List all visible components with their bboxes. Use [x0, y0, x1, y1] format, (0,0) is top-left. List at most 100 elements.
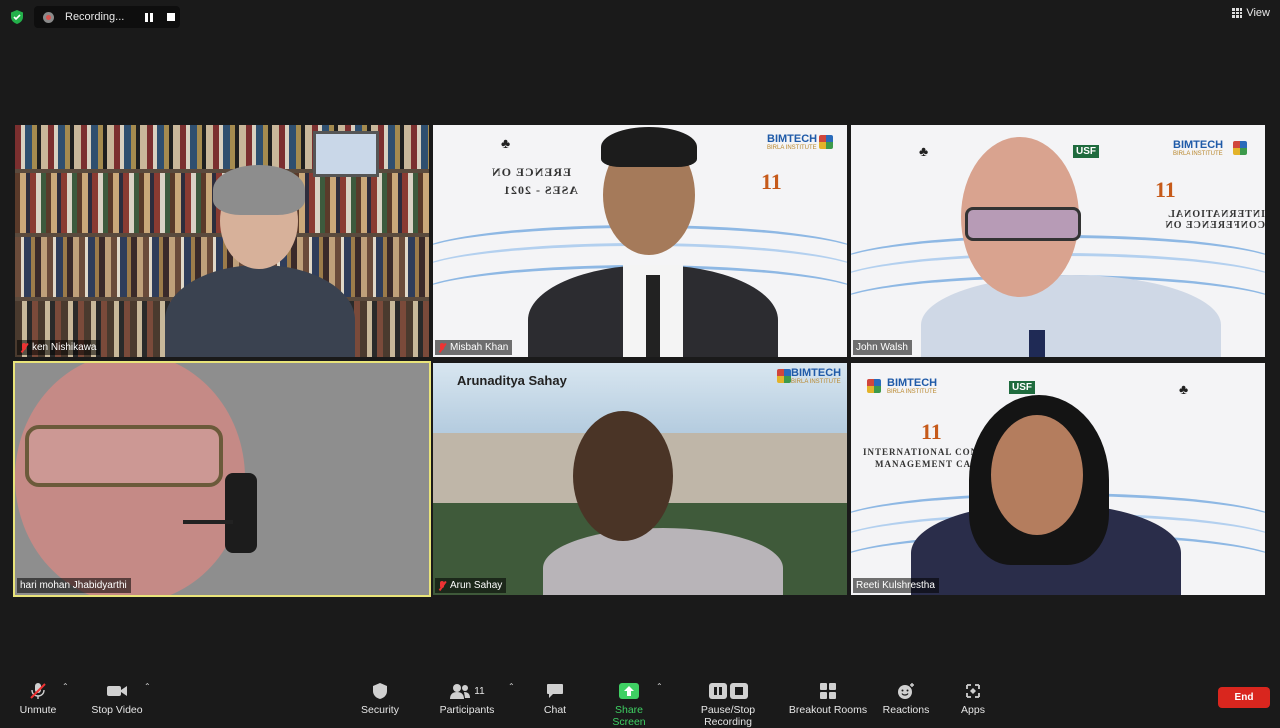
- bimtech-emblem-icon: [1233, 141, 1247, 155]
- stop-recording-icon[interactable]: [167, 13, 175, 21]
- security-button[interactable]: Security: [358, 682, 402, 716]
- chat-label: Chat: [543, 704, 567, 716]
- reactions-label: Reactions: [882, 704, 930, 716]
- participant-name-tag: Misbah Khan: [435, 340, 513, 355]
- recording-status: Recording...: [65, 11, 125, 23]
- participant-name: John Walsh: [856, 342, 908, 353]
- reactions-smiley-icon: [898, 683, 914, 699]
- mic-muted-icon: [20, 342, 29, 353]
- recording-dot-icon: [43, 11, 54, 23]
- eleventh-text: 11: [761, 169, 782, 194]
- pause-recording-icon[interactable]: [144, 13, 154, 22]
- video-tile-reeti-kulshrestha[interactable]: BIMTECH BIRLA INSTITUTE USF ♣ 11 INTERNAT…: [851, 363, 1265, 595]
- bimtech-emblem-icon: [819, 135, 833, 149]
- video-tile-misbah-khan[interactable]: ♣ ERENCE ON ASES - 2021 11 BIMTECH BIRLA …: [433, 125, 847, 357]
- apps-button[interactable]: Apps: [956, 682, 990, 716]
- video-tile-ken-nishikawa[interactable]: ken Nishikawa: [15, 125, 429, 357]
- glasses: [25, 425, 223, 487]
- view-label: View: [1246, 7, 1270, 19]
- video-camera-icon: [107, 686, 127, 696]
- person-hair: [601, 127, 697, 167]
- share-screen-label: Share Screen: [612, 704, 646, 728]
- security-label: Security: [361, 704, 399, 716]
- grid-view-icon: [1232, 8, 1243, 18]
- participant-name: Arun Sahay: [450, 580, 503, 591]
- participants-label: Participants: [439, 704, 495, 716]
- glasses: [965, 207, 1081, 241]
- participant-name: ken Nishikawa: [32, 342, 97, 353]
- stop-video-label: Stop Video: [91, 704, 143, 716]
- end-meeting-button[interactable]: End: [1218, 687, 1270, 708]
- mirrored-conference-title: ASES - 2021: [503, 183, 579, 197]
- participant-name: Misbah Khan: [450, 342, 509, 353]
- eleventh-text: 11: [1155, 177, 1176, 202]
- participants-button[interactable]: 11 Participants: [438, 682, 496, 716]
- tie: [1029, 330, 1045, 357]
- meeting-toolbar: Unmute ⌃ Stop Video ⌃ Security 11 Partic…: [0, 676, 1280, 728]
- participants-count: 11: [474, 685, 485, 697]
- apps-icon: [966, 684, 980, 698]
- pause-stop-recording-label: Pause/Stop Recording: [700, 704, 756, 728]
- university-logo-icon: ♣: [1179, 381, 1189, 397]
- encryption-shield-icon[interactable]: [9, 9, 25, 25]
- university-logo-icon: ♣: [501, 135, 511, 151]
- participants-options-chevron-icon[interactable]: ⌃: [508, 682, 515, 691]
- mic-muted-icon: [438, 580, 447, 591]
- bimtech-logo: BIMTECH BIRLA INSTITUTE: [791, 367, 842, 385]
- eleventh-text: 11: [921, 419, 942, 444]
- chat-button[interactable]: Chat: [538, 682, 572, 716]
- view-button[interactable]: View: [1232, 7, 1270, 19]
- unmute-button[interactable]: Unmute: [18, 682, 58, 716]
- usf-logo: USF: [1009, 381, 1035, 394]
- participant-name-tag: ken Nishikawa: [17, 340, 101, 355]
- person-head: [573, 411, 673, 541]
- recording-indicator: Recording...: [34, 6, 180, 28]
- chat-bubble-icon: [547, 684, 563, 698]
- conference-title: INTERNATIONAL CON: [863, 447, 979, 457]
- pause-icon: [708, 683, 727, 699]
- bimtech-logo: BIMTECH BIRLA INSTITUTE: [767, 133, 818, 151]
- share-screen-arrow-icon: [619, 683, 639, 699]
- mirrored-conference-title: ERENCE ON: [491, 165, 572, 179]
- stop-icon: [729, 683, 748, 699]
- participant-name: hari mohan Jhabidyarthi: [20, 580, 127, 591]
- person-hair: [213, 165, 305, 215]
- participant-name: Reeti Kulshrestha: [856, 580, 935, 591]
- reactions-button[interactable]: Reactions: [880, 682, 932, 716]
- framed-picture: [313, 131, 379, 177]
- share-options-chevron-icon[interactable]: ⌃: [656, 682, 663, 691]
- video-tile-hari-mohan-jhabidyarthi[interactable]: hari mohan Jhabidyarthi: [13, 361, 431, 597]
- unmute-label: Unmute: [19, 704, 57, 716]
- bimtech-emblem-icon: [777, 369, 791, 383]
- participant-name-tag: John Walsh: [853, 340, 912, 355]
- breakout-rooms-button[interactable]: Breakout Rooms: [788, 682, 868, 716]
- bimtech-logo: BIMTECH BIRLA INSTITUTE: [887, 377, 938, 395]
- bimtech-emblem-icon: [867, 379, 881, 393]
- apps-label: Apps: [961, 704, 985, 716]
- person-head: [991, 415, 1083, 535]
- video-tile-john-walsh[interactable]: ♣ USF BIMTECH BIRLA INSTITUTE 11 INTERNAT…: [851, 125, 1265, 357]
- audio-options-chevron-icon[interactable]: ⌃: [62, 682, 69, 691]
- share-screen-button[interactable]: Share Screen: [598, 682, 660, 728]
- speaker-banner: Arunaditya Sahay: [457, 373, 567, 388]
- breakout-rooms-label: Breakout Rooms: [788, 704, 868, 716]
- mirrored-conference-title: INTERNATIONAL CONFERENCE ON: [1164, 209, 1265, 231]
- security-shield-icon: [373, 683, 387, 699]
- pause-stop-recording-button[interactable]: Pause/Stop Recording: [676, 682, 780, 728]
- tie: [646, 275, 660, 357]
- stop-video-button[interactable]: Stop Video: [88, 682, 146, 716]
- participants-icon: [450, 684, 471, 699]
- mic-muted-icon: [438, 342, 447, 353]
- headset: [225, 473, 257, 553]
- video-tile-arun-sahay[interactable]: Arunaditya Sahay BIMTECH BIRLA INSTITUTE …: [433, 363, 847, 595]
- breakout-rooms-grid-icon: [820, 683, 836, 699]
- participant-name-tag: Reeti Kulshrestha: [853, 578, 939, 593]
- participant-name-tag: Arun Sahay: [435, 578, 507, 593]
- conference-title: MANAGEMENT CA: [875, 459, 972, 469]
- participant-name-tag: hari mohan Jhabidyarthi: [17, 578, 131, 593]
- bimtech-logo: BIMTECH BIRLA INSTITUTE: [1173, 139, 1224, 157]
- usf-logo: USF: [1073, 145, 1099, 158]
- university-logo-icon: ♣: [919, 143, 929, 159]
- video-options-chevron-icon[interactable]: ⌃: [144, 682, 151, 691]
- headset-mic: [183, 520, 233, 524]
